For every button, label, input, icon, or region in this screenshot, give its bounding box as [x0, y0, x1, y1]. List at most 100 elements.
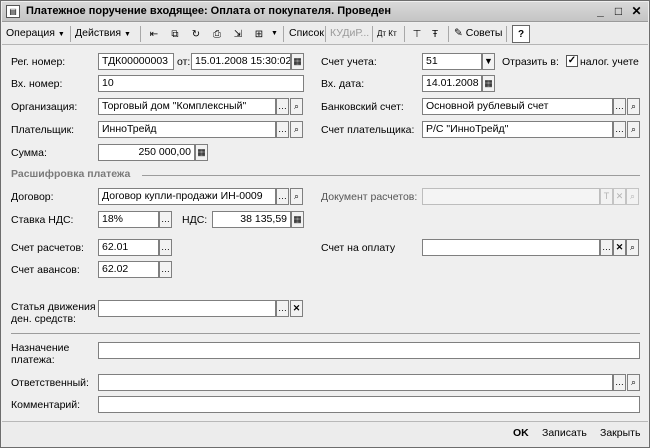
bank-account-field[interactable]: Основной рублевый счет: [422, 98, 613, 115]
vat-rate-label: Ставка НДС:: [11, 214, 74, 226]
close-button[interactable]: Закрыть: [600, 427, 640, 439]
x-icon[interactable]: ✕: [613, 239, 626, 256]
incoming-date-field[interactable]: 14.01.2008: [422, 75, 482, 92]
magnifier-icon[interactable]: ⌕: [627, 121, 640, 138]
save-button[interactable]: Записать: [542, 427, 587, 439]
document-window: ▤ Платежное поручение входящее: Оплата о…: [0, 0, 650, 448]
advance-account-label: Счет авансов:: [11, 264, 80, 276]
chevron-down-icon: ▼: [57, 31, 65, 38]
list-button[interactable]: Список: [289, 25, 324, 43]
structure-icon[interactable]: ⊤: [408, 25, 426, 43]
document-copy-icon[interactable]: ⧉: [166, 25, 184, 43]
toolbar-separator: [283, 26, 284, 42]
payer-account-label: Счет плательщика:: [321, 124, 415, 136]
operation-menu[interactable]: Операция ▼: [6, 25, 65, 43]
magnifier-icon[interactable]: ⌕: [290, 121, 303, 138]
based-on-icon[interactable]: ⊞: [250, 25, 268, 43]
triangle-down-icon[interactable]: ▼: [482, 53, 495, 70]
x-icon[interactable]: ✕: [290, 300, 303, 317]
export-icon[interactable]: ⇲: [229, 25, 247, 43]
toolbar-separator: [70, 26, 71, 42]
amount-label: Сумма:: [11, 147, 47, 159]
ellipsis-icon[interactable]: …: [613, 374, 626, 391]
organization-label: Организация:: [11, 101, 78, 113]
chevron-down-icon[interactable]: ▼: [271, 25, 278, 43]
magnifier-icon[interactable]: ⌕: [627, 98, 640, 115]
actions-menu[interactable]: Действия ▼: [75, 25, 131, 43]
settlement-doc-label: Документ расчетов:: [321, 191, 418, 203]
vat-field[interactable]: 38 135,59: [212, 211, 291, 228]
operation-menu-label: Операция: [6, 27, 55, 39]
ellipsis-icon[interactable]: …: [159, 239, 172, 256]
form-content: Рег. номер: ТДК00000003 от: 15.01.2008 1…: [2, 46, 648, 420]
purpose-field[interactable]: [98, 342, 640, 359]
ellipsis-icon[interactable]: …: [276, 121, 289, 138]
account-field[interactable]: 51: [422, 53, 482, 70]
magnifier-icon[interactable]: ⌕: [290, 98, 303, 115]
actions-menu-label: Действия: [75, 27, 122, 39]
ellipsis-icon[interactable]: …: [276, 98, 289, 115]
contract-label: Договор:: [11, 191, 54, 203]
print-icon[interactable]: ⎙: [208, 25, 226, 43]
advance-account-field[interactable]: 62.02: [98, 261, 159, 278]
incoming-date-label: Вх. дата:: [321, 78, 365, 90]
reg-number-label: Рег. номер:: [11, 56, 66, 68]
calculator-icon[interactable]: ▦: [291, 211, 304, 228]
tips-button[interactable]: ✎ Советы: [454, 25, 502, 43]
date-from-field[interactable]: 15.01.2008 15:30:02: [191, 53, 291, 70]
contract-field[interactable]: Договор купли-продажи ИН-0009: [98, 188, 276, 205]
text-format-icon[interactable]: Ŧ: [426, 25, 444, 43]
title-bar: ▤ Платежное поручение входящее: Оплата о…: [2, 2, 648, 22]
ellipsis-icon[interactable]: …: [276, 188, 289, 205]
reg-number-field[interactable]: ТДК00000003: [98, 53, 174, 70]
help-button[interactable]: ?: [512, 25, 530, 43]
calendar-icon[interactable]: ▦: [482, 75, 495, 92]
lightbulb-icon: ✎: [454, 27, 463, 39]
vat-rate-field[interactable]: 18%: [98, 211, 159, 228]
ellipsis-icon[interactable]: …: [159, 211, 172, 228]
ellipsis-icon[interactable]: …: [600, 239, 613, 256]
invoice-field[interactable]: [422, 239, 600, 256]
type-icon: T: [600, 188, 613, 205]
responsible-label: Ответственный:: [11, 377, 89, 389]
close-window-button[interactable]: ✕: [628, 4, 645, 19]
magnifier-icon[interactable]: ⌕: [627, 374, 640, 391]
ellipsis-icon[interactable]: …: [613, 121, 626, 138]
ellipsis-icon[interactable]: …: [276, 300, 289, 317]
date-from-label: от:: [177, 56, 191, 68]
ellipsis-icon[interactable]: …: [613, 98, 626, 115]
dtkt-button[interactable]: Дт Кт: [377, 25, 397, 43]
settlement-account-field[interactable]: 62.01: [98, 239, 159, 256]
chevron-down-icon: ▼: [123, 31, 131, 38]
magnifier-icon[interactable]: ⌕: [626, 239, 639, 256]
refresh-icon[interactable]: ↻: [187, 25, 205, 43]
tax-accounting-label: налог. учете: [580, 56, 639, 68]
magnifier-icon[interactable]: ⌕: [290, 188, 303, 205]
maximize-button[interactable]: □: [610, 4, 627, 19]
toolbar-separator: [140, 26, 141, 42]
payer-label: Плательщик:: [11, 124, 75, 136]
invoice-label: Счет на оплату: [321, 242, 396, 254]
ok-button[interactable]: OK: [513, 427, 529, 439]
account-label: Счет учета:: [321, 56, 377, 68]
cash-flow-field[interactable]: [98, 300, 276, 317]
purpose-label-line2: платежа:: [11, 354, 55, 366]
amount-field[interactable]: 250 000,00: [98, 144, 195, 161]
bank-account-label: Банковский счет:: [321, 101, 404, 113]
vat-label: НДС:: [182, 214, 208, 226]
calendar-icon[interactable]: ▦: [291, 53, 304, 70]
tax-accounting-checkbox[interactable]: ✓: [566, 55, 578, 67]
organization-field[interactable]: Торговый дом "Комплексный": [98, 98, 276, 115]
payer-account-field[interactable]: Р/С "ИнноТрейд": [422, 121, 613, 138]
comment-field[interactable]: [98, 396, 640, 413]
post-document-icon[interactable]: ⇤: [145, 25, 163, 43]
toolbar: Операция ▼ Действия ▼ ⇤ ⧉ ↻ ⎙ ⇲ ⊞ ▼ Спис…: [2, 23, 648, 45]
payer-field[interactable]: ИнноТрейд: [98, 121, 276, 138]
minimize-button[interactable]: _: [592, 4, 609, 19]
calculator-icon[interactable]: ▦: [195, 144, 208, 161]
ellipsis-icon[interactable]: …: [159, 261, 172, 278]
kudir-button[interactable]: КУДиР...: [330, 25, 369, 43]
responsible-field[interactable]: [98, 374, 613, 391]
incoming-number-field[interactable]: 10: [98, 75, 304, 92]
incoming-number-label: Вх. номер:: [11, 78, 63, 90]
